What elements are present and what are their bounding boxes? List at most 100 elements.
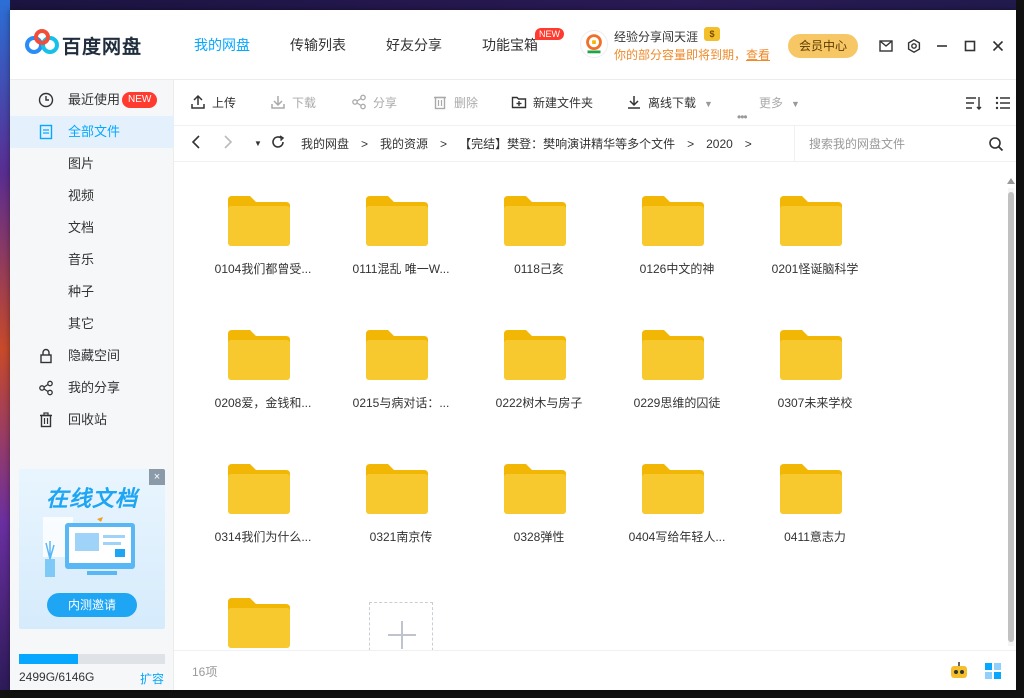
folder-item[interactable]: 0404写给年轻人... (608, 446, 746, 564)
folder-item[interactable]: 0229思维的囚徒 (608, 312, 746, 430)
folder-item[interactable]: 0307未来学校 (746, 312, 884, 430)
desktop-background-left (0, 0, 10, 698)
folder-item[interactable]: 0215与病对话：... (332, 312, 470, 430)
folder-item[interactable]: 0222树木与房子 (470, 312, 608, 430)
nav-friend-share[interactable]: 好友分享 (372, 10, 456, 80)
scroll-up-icon[interactable] (1007, 178, 1015, 184)
folder-name: 0411意志力 (784, 530, 846, 544)
folder-item[interactable]: 0126中文的神 (608, 178, 746, 296)
folder-item[interactable]: 0118己亥 (470, 178, 608, 296)
folder-icon (228, 464, 290, 514)
breadcrumb-item[interactable]: 我的资源 (380, 126, 428, 162)
user-name[interactable]: 经验分享闯天涯 (614, 28, 698, 45)
folder-name: 0111混乱 唯一W... (352, 262, 450, 276)
online-docs-ad[interactable]: 在线文档 × 内测邀请 (19, 469, 165, 629)
breadcrumb-separator: > (440, 137, 448, 151)
folder-name: 0126中文的神 (639, 262, 715, 276)
sidebar-item-music[interactable]: 音乐 (10, 244, 174, 276)
sidebar-item-documents[interactable]: 文档 (10, 212, 174, 244)
folder-name: 0328弹性 (513, 530, 565, 544)
minimize-icon[interactable] (930, 36, 954, 56)
user-avatar[interactable] (580, 30, 608, 58)
upload-button[interactable]: 上传 (190, 80, 236, 126)
vertical-scrollbar[interactable] (1006, 178, 1016, 650)
back-icon[interactable] (186, 134, 206, 154)
ad-close-button[interactable]: × (149, 469, 165, 485)
action-toolbar: 上传 下载 分享 删除 新建文件夹 离线下载 ▼ ••• 更多 ▼ (174, 80, 1016, 126)
upload-icon (191, 95, 205, 110)
nav-label: 传输列表 (290, 37, 346, 53)
sidebar-item-all-files[interactable]: 全部文件 (10, 116, 174, 148)
sidebar-item-recycle-bin[interactable]: 回收站 (10, 404, 174, 436)
folder-item[interactable]: 0321南京传 (332, 446, 470, 564)
chevron-down-icon[interactable]: ▼ (704, 81, 713, 127)
quota-expire-message: 你的部分容量即将到期，查看 (614, 46, 770, 63)
scroll-thumb[interactable] (1008, 192, 1014, 642)
settings-gear-icon[interactable] (902, 36, 926, 56)
folder-item[interactable]: 0411意志力 (746, 446, 884, 564)
nav-toolbox[interactable]: 功能宝箱 NEW (468, 10, 564, 80)
maximize-icon[interactable] (958, 36, 982, 56)
nav-transfer-list[interactable]: 传输列表 (276, 10, 360, 80)
mail-icon[interactable] (874, 36, 898, 56)
offline-download-icon (628, 96, 640, 110)
search-icon[interactable] (988, 136, 1004, 152)
folder-item[interactable]: 0208爱，金钱和... (194, 312, 332, 430)
chevron-down-icon[interactable]: ▼ (791, 81, 800, 127)
sidebar-item-videos[interactable]: 视频 (10, 180, 174, 212)
folder-name: 0307未来学校 (777, 396, 853, 410)
storage-quota-bar (19, 654, 165, 664)
download-button[interactable]: 下载 (270, 80, 316, 126)
folder-item[interactable]: 0314我们为什么... (194, 446, 332, 564)
offline-download-button[interactable]: 离线下载 ▼ (626, 80, 713, 126)
new-folder-button[interactable]: 新建文件夹 (511, 80, 593, 126)
nav-my-netdisk[interactable]: 我的网盘 (180, 10, 264, 80)
folder-name: 0118己亥 (514, 262, 564, 276)
beta-invite-button[interactable]: 内测邀请 (47, 593, 137, 617)
assistant-robot-icon[interactable] (948, 661, 970, 681)
desktop-background-bottom (0, 690, 1024, 698)
ad-title: 在线文档 (45, 486, 138, 511)
breadcrumb-separator: > (361, 137, 369, 151)
breadcrumb-item[interactable]: 我的网盘 (301, 126, 349, 162)
delete-button[interactable]: 删除 (432, 80, 478, 126)
trash-icon (434, 97, 446, 110)
expand-storage-link[interactable]: 扩容 (140, 670, 164, 687)
sidebar-item-torrents[interactable]: 种子 (10, 276, 174, 308)
share-button[interactable]: 分享 (351, 80, 397, 126)
sidebar-item-label: 隐藏空间 (68, 348, 121, 363)
close-icon[interactable] (986, 36, 1010, 56)
folder-icon (780, 330, 842, 380)
sidebar-item-recent[interactable]: 最近使用 NEW (10, 84, 174, 116)
add-new-tile[interactable] (369, 602, 433, 650)
folder-item[interactable]: 0328弹性 (470, 446, 608, 564)
history-dropdown-icon[interactable]: ▼ (248, 134, 268, 154)
more-button[interactable]: ••• 更多 ▼ (737, 80, 800, 126)
vip-center-button[interactable]: 会员中心 (788, 34, 858, 58)
address-bar: ▼ 我的网盘 > 我的资源 > 【完结】樊登：樊响演讲精华等多个文件 > 202… (174, 126, 1016, 162)
list-view-icon[interactable] (994, 94, 1012, 112)
sidebar-item-images[interactable]: 图片 (10, 148, 174, 180)
sidebar-item-label: 最近使用 (68, 92, 121, 107)
search-input[interactable] (809, 134, 979, 154)
folder-item[interactable]: 0104我们都曾受... (194, 178, 332, 296)
folder-name: 0201怪诞脑科学 (771, 262, 859, 276)
sidebar-item-label: 回收站 (68, 412, 108, 427)
folder-name: 0104我们都曾受... (214, 262, 312, 276)
breadcrumb-item[interactable]: 2020 (706, 126, 733, 162)
folder-item[interactable] (194, 580, 332, 650)
sidebar-item-others[interactable]: 其它 (10, 308, 174, 340)
forward-icon[interactable] (218, 134, 238, 154)
refresh-icon[interactable] (268, 134, 288, 154)
folder-item[interactable]: 0201怪诞脑科学 (746, 178, 884, 296)
plus-icon (401, 621, 403, 649)
grid-apps-icon[interactable] (982, 661, 1004, 681)
breadcrumb-item[interactable]: 【完结】樊登：樊响演讲精华等多个文件 (459, 126, 675, 162)
sort-icon[interactable] (964, 94, 982, 112)
file-grid-area: 0104我们都曾受... 0111混乱 唯一W... 0118己亥 0126中文的神 0… (174, 162, 1016, 650)
sidebar-item-hidden-space[interactable]: 隐藏空间 (10, 340, 174, 372)
folder-icon (504, 464, 566, 514)
view-link[interactable]: 查看 (746, 48, 770, 62)
folder-item[interactable]: 0111混乱 唯一W... (332, 178, 470, 296)
sidebar-item-my-share[interactable]: 我的分享 (10, 372, 174, 404)
